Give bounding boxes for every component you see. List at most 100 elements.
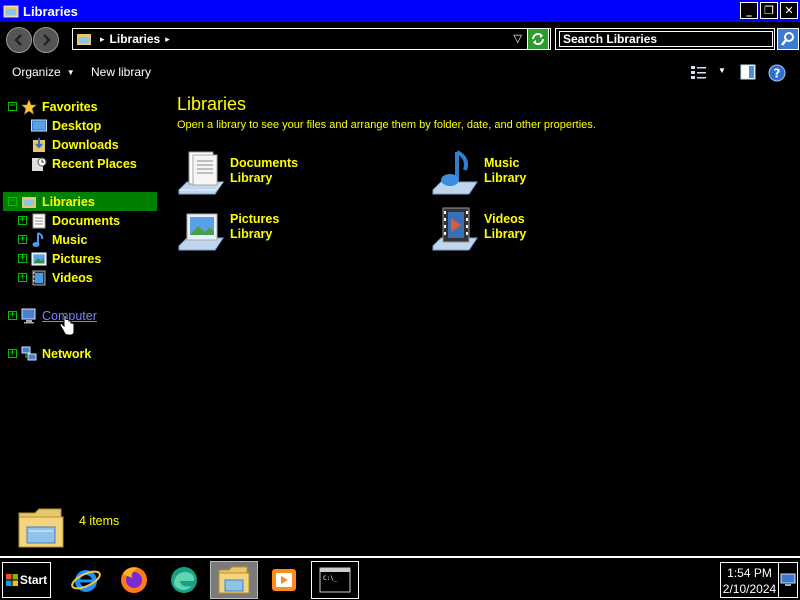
nav-videos-label: Videos <box>52 270 93 285</box>
nav-pictures[interactable]: + Pictures <box>18 249 101 268</box>
nav-libraries-label: Libraries <box>42 194 95 209</box>
star-icon <box>20 98 37 115</box>
organize-chevron-down-icon: ▼ <box>66 68 75 77</box>
command-prompt-icon: C:\_ <box>319 567 351 593</box>
search-input[interactable] <box>559 31 773 47</box>
taskbar-edge[interactable] <box>160 561 208 599</box>
nav-favorites[interactable]: − Favorites <box>8 97 98 116</box>
collapse-icon[interactable]: − <box>8 197 17 206</box>
nav-desktop-label: Desktop <box>52 118 102 133</box>
taskbar-firefox[interactable] <box>110 561 158 599</box>
address-box[interactable]: ▸ Libraries ▸ ▽ <box>72 28 551 50</box>
preview-pane-icon[interactable] <box>740 64 756 80</box>
edge-icon <box>171 567 197 593</box>
documents-library-icon <box>178 151 224 195</box>
breadcrumb-separator[interactable]: ▸ <box>100 34 105 45</box>
library-videos[interactable]: Videos Library <box>431 206 671 254</box>
nav-pictures-label: Pictures <box>52 251 102 266</box>
refresh-button[interactable] <box>527 28 549 50</box>
libraries-icon <box>20 194 37 210</box>
start-button[interactable]: Start <box>2 562 51 598</box>
video-film-icon <box>30 270 47 286</box>
videos-library-icon <box>432 207 478 251</box>
media-player-icon <box>272 569 296 591</box>
system-clock[interactable]: 1:54 PM 2/10/2024 <box>720 562 778 598</box>
search-box[interactable] <box>555 28 775 50</box>
search-icon <box>781 32 794 46</box>
library-documents[interactable]: Documents Library <box>177 150 417 198</box>
expand-icon[interactable]: + <box>8 349 17 358</box>
expand-icon[interactable]: + <box>18 254 27 263</box>
window-title: Libraries <box>23 3 78 19</box>
taskbar: Start C:\_ 1:54 PM 2/10/2024 <box>0 556 800 600</box>
page-subtitle: Open a library to see your files and arr… <box>177 119 596 131</box>
library-pictures[interactable]: Pictures Library <box>177 206 417 254</box>
show-desktop-button[interactable] <box>778 562 798 598</box>
title-bar[interactable]: Libraries _ ❐ ✕ <box>0 0 800 22</box>
taskbar-media-player[interactable] <box>260 561 308 599</box>
collapse-icon[interactable]: − <box>8 102 17 111</box>
pictures-icon <box>30 251 47 267</box>
library-music-name: Music <box>484 156 520 170</box>
taskbar-command-prompt[interactable]: C:\_ <box>311 561 359 599</box>
item-count: 4 items <box>79 514 120 528</box>
expand-icon[interactable]: + <box>18 216 27 225</box>
nav-documents[interactable]: + Documents <box>18 211 120 230</box>
nav-videos[interactable]: + Videos <box>18 268 93 287</box>
address-dropdown-icon[interactable]: ▽ <box>514 32 522 45</box>
windows-logo-icon <box>5 574 18 586</box>
nav-network[interactable]: + Network <box>8 344 91 363</box>
taskbar-file-explorer[interactable] <box>210 561 258 599</box>
internet-explorer-icon <box>71 570 101 592</box>
nav-network-label: Network <box>42 346 92 361</box>
search-button[interactable] <box>777 28 799 50</box>
nav-downloads-label: Downloads <box>52 137 119 152</box>
nav-libraries[interactable]: − Libraries <box>3 192 157 211</box>
forward-button[interactable] <box>33 27 59 53</box>
library-music-sub: Library <box>484 171 527 185</box>
organize-menu[interactable]: Organize ▼ <box>12 65 75 79</box>
hand-cursor-icon <box>59 315 75 336</box>
expand-icon[interactable]: + <box>8 311 17 320</box>
expand-icon[interactable]: + <box>18 235 27 244</box>
library-documents-name: Documents <box>230 156 299 170</box>
minimize-button[interactable]: _ <box>740 2 758 19</box>
nav-computer[interactable]: + Computer <box>8 306 97 325</box>
library-pictures-sub: Library <box>230 227 273 241</box>
new-library-button[interactable]: New library <box>91 65 151 79</box>
network-icon <box>20 346 37 362</box>
nav-favorites-label: Favorites <box>42 99 98 114</box>
clock-time: 1:54 PM <box>727 566 772 580</box>
view-options-chevron-down-icon[interactable]: ▼ <box>718 66 726 75</box>
breadcrumb-libraries[interactable]: Libraries <box>110 32 161 46</box>
nav-downloads[interactable]: Downloads <box>30 135 119 154</box>
change-view-icon[interactable] <box>690 64 708 80</box>
start-label: Start <box>19 573 48 587</box>
library-music[interactable]: Music Library <box>431 150 671 198</box>
back-arrow-icon <box>14 34 22 46</box>
expand-icon[interactable]: + <box>18 273 27 282</box>
maximize-button[interactable]: ❐ <box>760 2 778 19</box>
forward-arrow-icon <box>43 34 51 46</box>
details-pane: 4 items <box>0 495 800 555</box>
desktop-monitor-icon <box>780 573 796 586</box>
clock-date: 2/10/2024 <box>722 582 777 596</box>
close-button[interactable]: ✕ <box>780 2 798 19</box>
nav-music[interactable]: + Music <box>18 230 87 249</box>
firefox-icon <box>121 567 147 593</box>
pictures-library-icon <box>178 213 224 251</box>
page-title: Libraries <box>177 94 247 114</box>
refresh-icon <box>532 33 544 45</box>
svg-text:?: ? <box>774 67 781 81</box>
taskbar-internet-explorer[interactable] <box>62 561 110 599</box>
nav-desktop[interactable]: Desktop <box>30 116 101 135</box>
libraries-app-icon <box>3 5 19 18</box>
documents-icon <box>30 213 47 229</box>
breadcrumb-chevron-icon[interactable]: ▸ <box>165 34 170 45</box>
recent-places-icon <box>30 156 47 172</box>
help-icon[interactable]: ? <box>768 64 786 82</box>
back-button[interactable] <box>6 27 32 53</box>
svg-text:C:\_: C:\_ <box>323 575 338 582</box>
nav-recent-places[interactable]: Recent Places <box>30 154 137 173</box>
nav-documents-label: Documents <box>52 213 121 228</box>
